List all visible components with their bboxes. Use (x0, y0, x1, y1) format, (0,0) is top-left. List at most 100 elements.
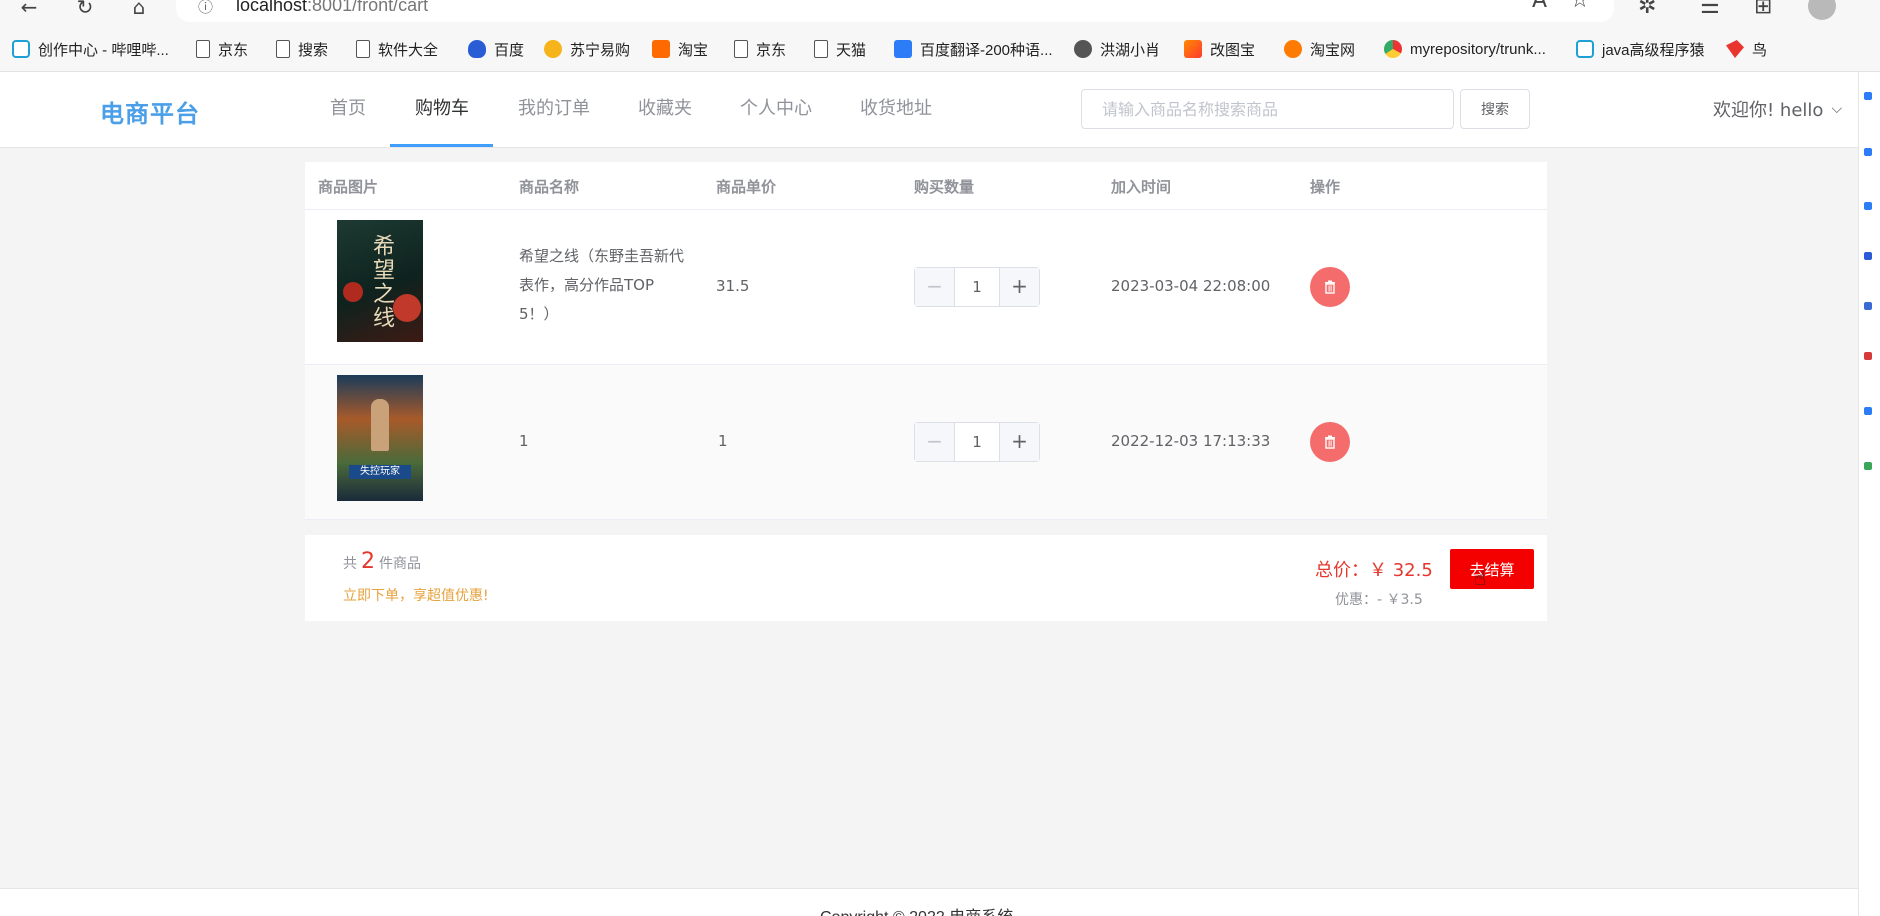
product-name-line: 表作，高分作品TOP (519, 276, 655, 294)
profile-avatar[interactable] (1808, 0, 1836, 20)
bookmark-item[interactable]: 天猫 (814, 38, 866, 60)
user-greeting: 欢迎你! hello (1713, 100, 1824, 121)
nav-favorites[interactable]: 收藏夹 (638, 94, 692, 120)
bookmark-item[interactable]: 苏宁易购 (544, 38, 630, 60)
total-price: 总价：￥ 32.5 (1315, 556, 1433, 582)
address-path: :8001/front/cart (307, 0, 429, 15)
nav-cart[interactable]: 购物车 (415, 94, 469, 120)
added-time: 2023-03-04 22:08:00 (1111, 277, 1271, 295)
bookmark-item[interactable]: 京东 (734, 38, 786, 60)
page-icon (734, 40, 748, 58)
site-logo[interactable]: 电商平台 (100, 94, 200, 129)
cart-summary: 共 2 件商品 立即下单，享超值优惠! 总价：￥ 32.5 优惠：- ￥3.5 … (305, 535, 1547, 621)
nav-home[interactable]: 首页 (330, 94, 366, 120)
product-name[interactable]: 希望之线（东野圭吾新代 表作，高分作品TOP 5！） (519, 242, 694, 329)
home-icon[interactable]: ⌂ (124, 0, 154, 20)
decrease-button[interactable]: − (915, 423, 955, 461)
extensions-icon[interactable]: ✲ (1638, 0, 1656, 19)
decrease-button[interactable]: − (915, 268, 955, 306)
column-header-name: 商品名称 (519, 178, 580, 196)
quantity-input[interactable] (955, 423, 999, 461)
total-value: ￥ 32.5 (1369, 560, 1433, 581)
read-aloud-icon[interactable]: A (1532, 0, 1547, 13)
sidebar-app-icon[interactable] (1864, 407, 1872, 415)
bookmark-item[interactable]: 百度 (468, 38, 524, 60)
site-info-icon[interactable]: ⓘ (198, 0, 213, 17)
product-image[interactable]: 希望之线 (337, 220, 423, 342)
bookmark-label: 改图宝 (1210, 41, 1256, 59)
gaitu-icon (1184, 40, 1202, 58)
bookmark-item[interactable]: 改图宝 (1184, 38, 1255, 60)
baidu-icon (468, 40, 486, 58)
sidebar-app-icon[interactable] (1864, 202, 1872, 210)
page-icon (196, 40, 210, 58)
browser-toolbar: ← ↻ ⌂ ⓘ localhost:8001/front/cart A ☆ ✲ … (0, 0, 1880, 24)
column-header-price: 商品单价 (716, 178, 777, 196)
bookmark-item[interactable]: 淘宝网 (1284, 38, 1355, 60)
bookmark-item[interactable]: myrepository/trunk... (1384, 38, 1546, 60)
page-icon (356, 40, 370, 58)
favorites-icon[interactable]: ☰ (1700, 0, 1720, 19)
column-header-quantity: 购买数量 (914, 178, 975, 196)
table-row: 失控玩家 1 1 − + 2022-12-03 17:13:33 (305, 365, 1547, 520)
delete-button[interactable] (1310, 267, 1350, 307)
bookmark-item[interactable]: 淘宝 (652, 38, 708, 60)
bird-icon (1726, 40, 1744, 58)
sidebar-app-icon[interactable] (1864, 302, 1872, 310)
browser-sidebar (1858, 72, 1880, 916)
bilibili-icon (12, 40, 30, 58)
sidebar-app-icon[interactable] (1864, 462, 1872, 470)
nav-profile[interactable]: 个人中心 (740, 94, 812, 120)
sidebar-app-icon[interactable] (1864, 92, 1872, 100)
bookmark-label: 天猫 (836, 41, 867, 59)
nav-address[interactable]: 收货地址 (860, 94, 932, 120)
bilibili-icon (1576, 40, 1594, 58)
bookmark-label: 淘宝网 (1310, 41, 1356, 59)
reload-icon[interactable]: ↻ (70, 0, 100, 20)
sidebar-app-icon[interactable] (1864, 148, 1872, 156)
sidebar-app-icon[interactable] (1864, 252, 1872, 260)
increase-button[interactable]: + (999, 268, 1039, 306)
column-header-added-time: 加入时间 (1111, 178, 1172, 196)
table-row: 希望之线 希望之线（东野圭吾新代 表作，高分作品TOP 5！） 31.5 − +… (305, 210, 1547, 365)
increase-button[interactable]: + (999, 423, 1039, 461)
add-favorite-icon[interactable]: ☆ (1570, 0, 1590, 13)
discount-value: - ￥3.5 (1377, 592, 1423, 608)
product-name-line: 希望之线（东野圭吾新代 (519, 247, 685, 265)
suning-icon (544, 40, 562, 58)
search-button[interactable]: 搜索 (1460, 89, 1530, 129)
bookmark-item[interactable]: 京东 (196, 38, 248, 60)
bookmark-item[interactable]: 创作中心 - 哔哩哔... (12, 38, 169, 60)
product-image[interactable]: 失控玩家 (337, 375, 423, 501)
user-menu[interactable]: 欢迎你! hello ⌵ (1713, 96, 1842, 122)
bookmark-item[interactable]: 百度翻译-200种语... (894, 38, 1053, 60)
promo-text: 立即下单，享超值优惠! (343, 588, 489, 604)
nav-orders[interactable]: 我的订单 (518, 94, 590, 120)
checkout-button[interactable]: 去结算 (1450, 549, 1534, 589)
count-suffix: 件商品 (379, 556, 421, 572)
cover-decoration (343, 282, 363, 302)
bookmark-item[interactable]: 洪湖小肖 (1074, 38, 1160, 60)
bookmark-item[interactable]: java高级程序猿 (1576, 38, 1705, 60)
app-header: 电商平台 首页 购物车 我的订单 收藏夹 个人中心 收货地址 搜索 欢迎你! h… (0, 72, 1858, 148)
address-bar[interactable]: ⓘ localhost:8001/front/cart A ☆ (176, 0, 1614, 22)
column-header-image: 商品图片 (318, 178, 379, 196)
search-input[interactable] (1081, 89, 1454, 129)
back-icon[interactable]: ← (14, 0, 44, 20)
total-label: 总价： (1315, 560, 1369, 581)
bookmark-item[interactable]: 软件大全 (356, 38, 438, 60)
sidebar-app-icon[interactable] (1864, 352, 1872, 360)
bookmark-label: 京东 (756, 41, 787, 59)
delete-button[interactable] (1310, 422, 1350, 462)
trash-icon (1325, 435, 1335, 449)
hhx-icon (1074, 40, 1092, 58)
bookmark-item[interactable]: 鸟 (1726, 38, 1767, 60)
bookmark-item[interactable]: 搜索 (276, 38, 328, 60)
quantity-stepper: − + (914, 422, 1040, 462)
bookmark-label: 淘宝 (678, 41, 709, 59)
collections-icon[interactable]: ⊞ (1754, 0, 1772, 19)
quantity-input[interactable] (955, 268, 999, 306)
bookmark-label: 鸟 (1752, 41, 1768, 59)
product-name[interactable]: 1 (519, 427, 529, 456)
discount: 优惠：- ￥3.5 (1335, 589, 1423, 609)
